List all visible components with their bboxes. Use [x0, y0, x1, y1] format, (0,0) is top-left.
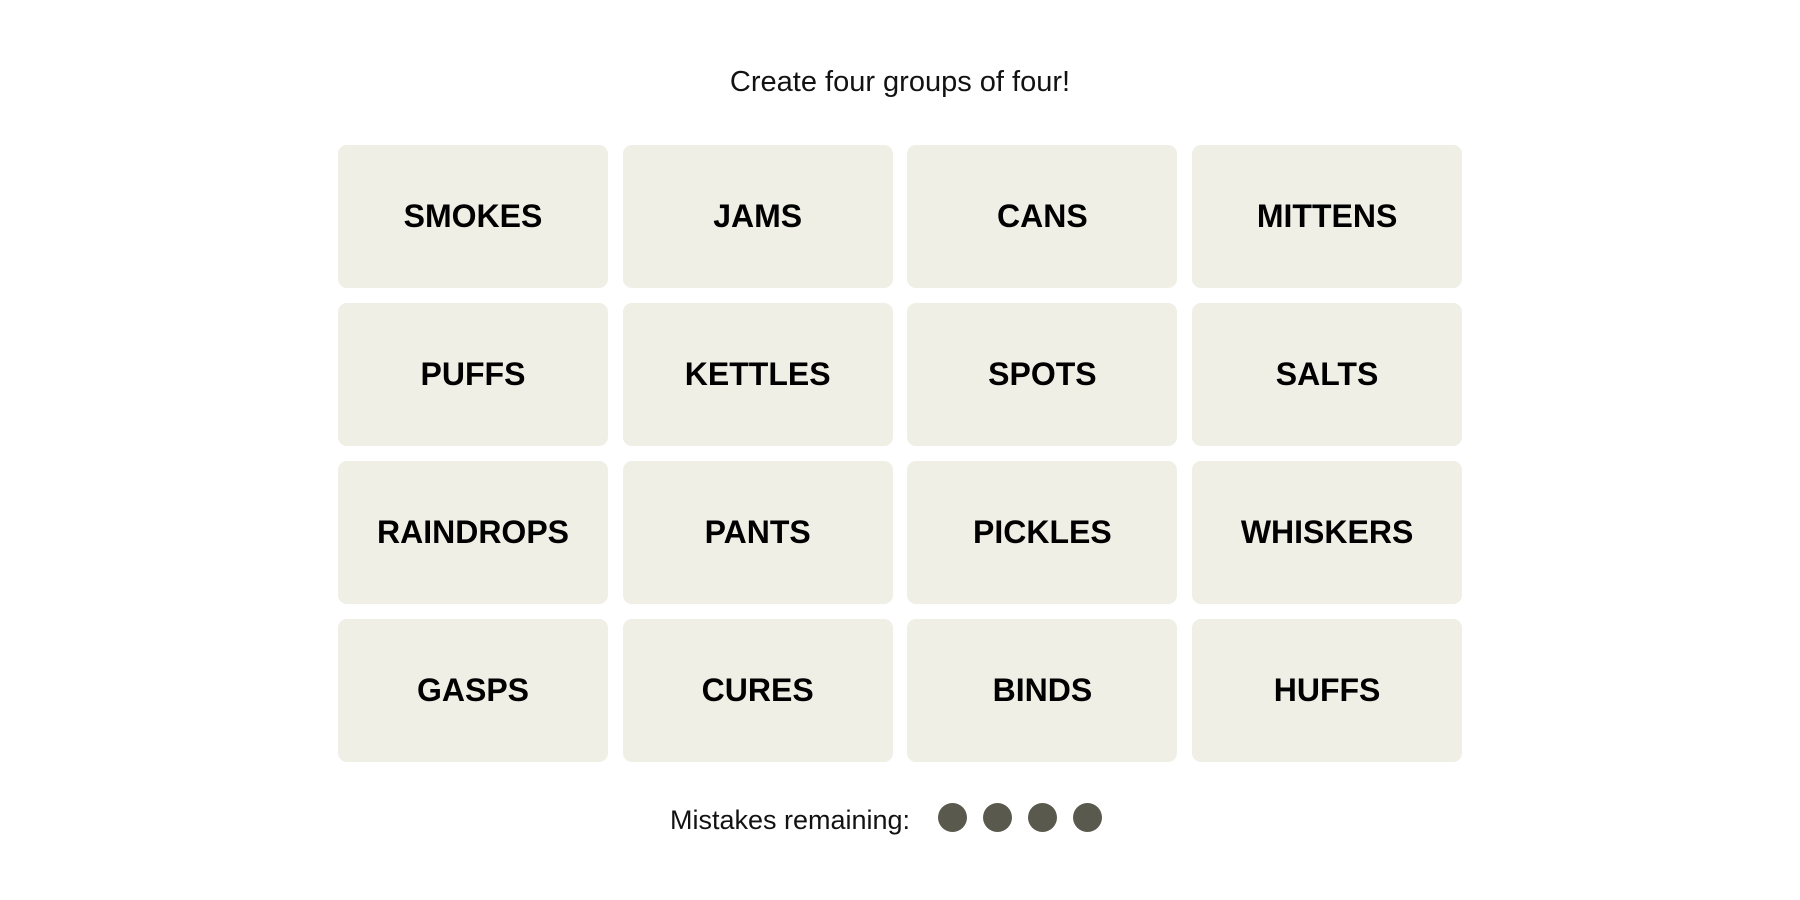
- word-tile[interactable]: CURES: [622, 619, 893, 762]
- mistake-dot-icon: [1073, 803, 1103, 832]
- word-tile[interactable]: SMOKES: [338, 145, 608, 288]
- mistake-dot-icon: [1028, 803, 1058, 832]
- word-tile[interactable]: SALTS: [1192, 303, 1463, 446]
- mistakes-remaining: Mistakes remaining:: [0, 803, 1800, 837]
- word-tile[interactable]: GASPS: [338, 619, 608, 762]
- word-tile[interactable]: SPOTS: [907, 303, 1178, 446]
- word-tile[interactable]: MITTENS: [1192, 145, 1463, 288]
- word-tile[interactable]: CANS: [907, 145, 1178, 288]
- mistake-dot-icon: [938, 803, 968, 832]
- instructions-text: Create four groups of four!: [729, 66, 1071, 98]
- word-tile[interactable]: KETTLES: [622, 303, 893, 446]
- word-tile[interactable]: WHISKERS: [1192, 461, 1463, 604]
- word-tile[interactable]: RAINDROPS: [338, 461, 608, 604]
- word-tile[interactable]: JAMS: [622, 145, 893, 288]
- word-tile[interactable]: PICKLES: [907, 461, 1178, 604]
- word-board: SMOKES JAMS CANS MITTENS PUFFS KETTLES S…: [338, 145, 1463, 762]
- mistake-dot-icon: [983, 803, 1013, 832]
- word-tile[interactable]: BINDS: [907, 619, 1178, 762]
- mistake-dots: [930, 803, 1110, 837]
- mistakes-label: Mistakes remaining:: [669, 804, 911, 835]
- word-tile[interactable]: HUFFS: [1192, 619, 1463, 762]
- word-tile[interactable]: PANTS: [622, 461, 893, 604]
- word-tile[interactable]: PUFFS: [338, 303, 608, 446]
